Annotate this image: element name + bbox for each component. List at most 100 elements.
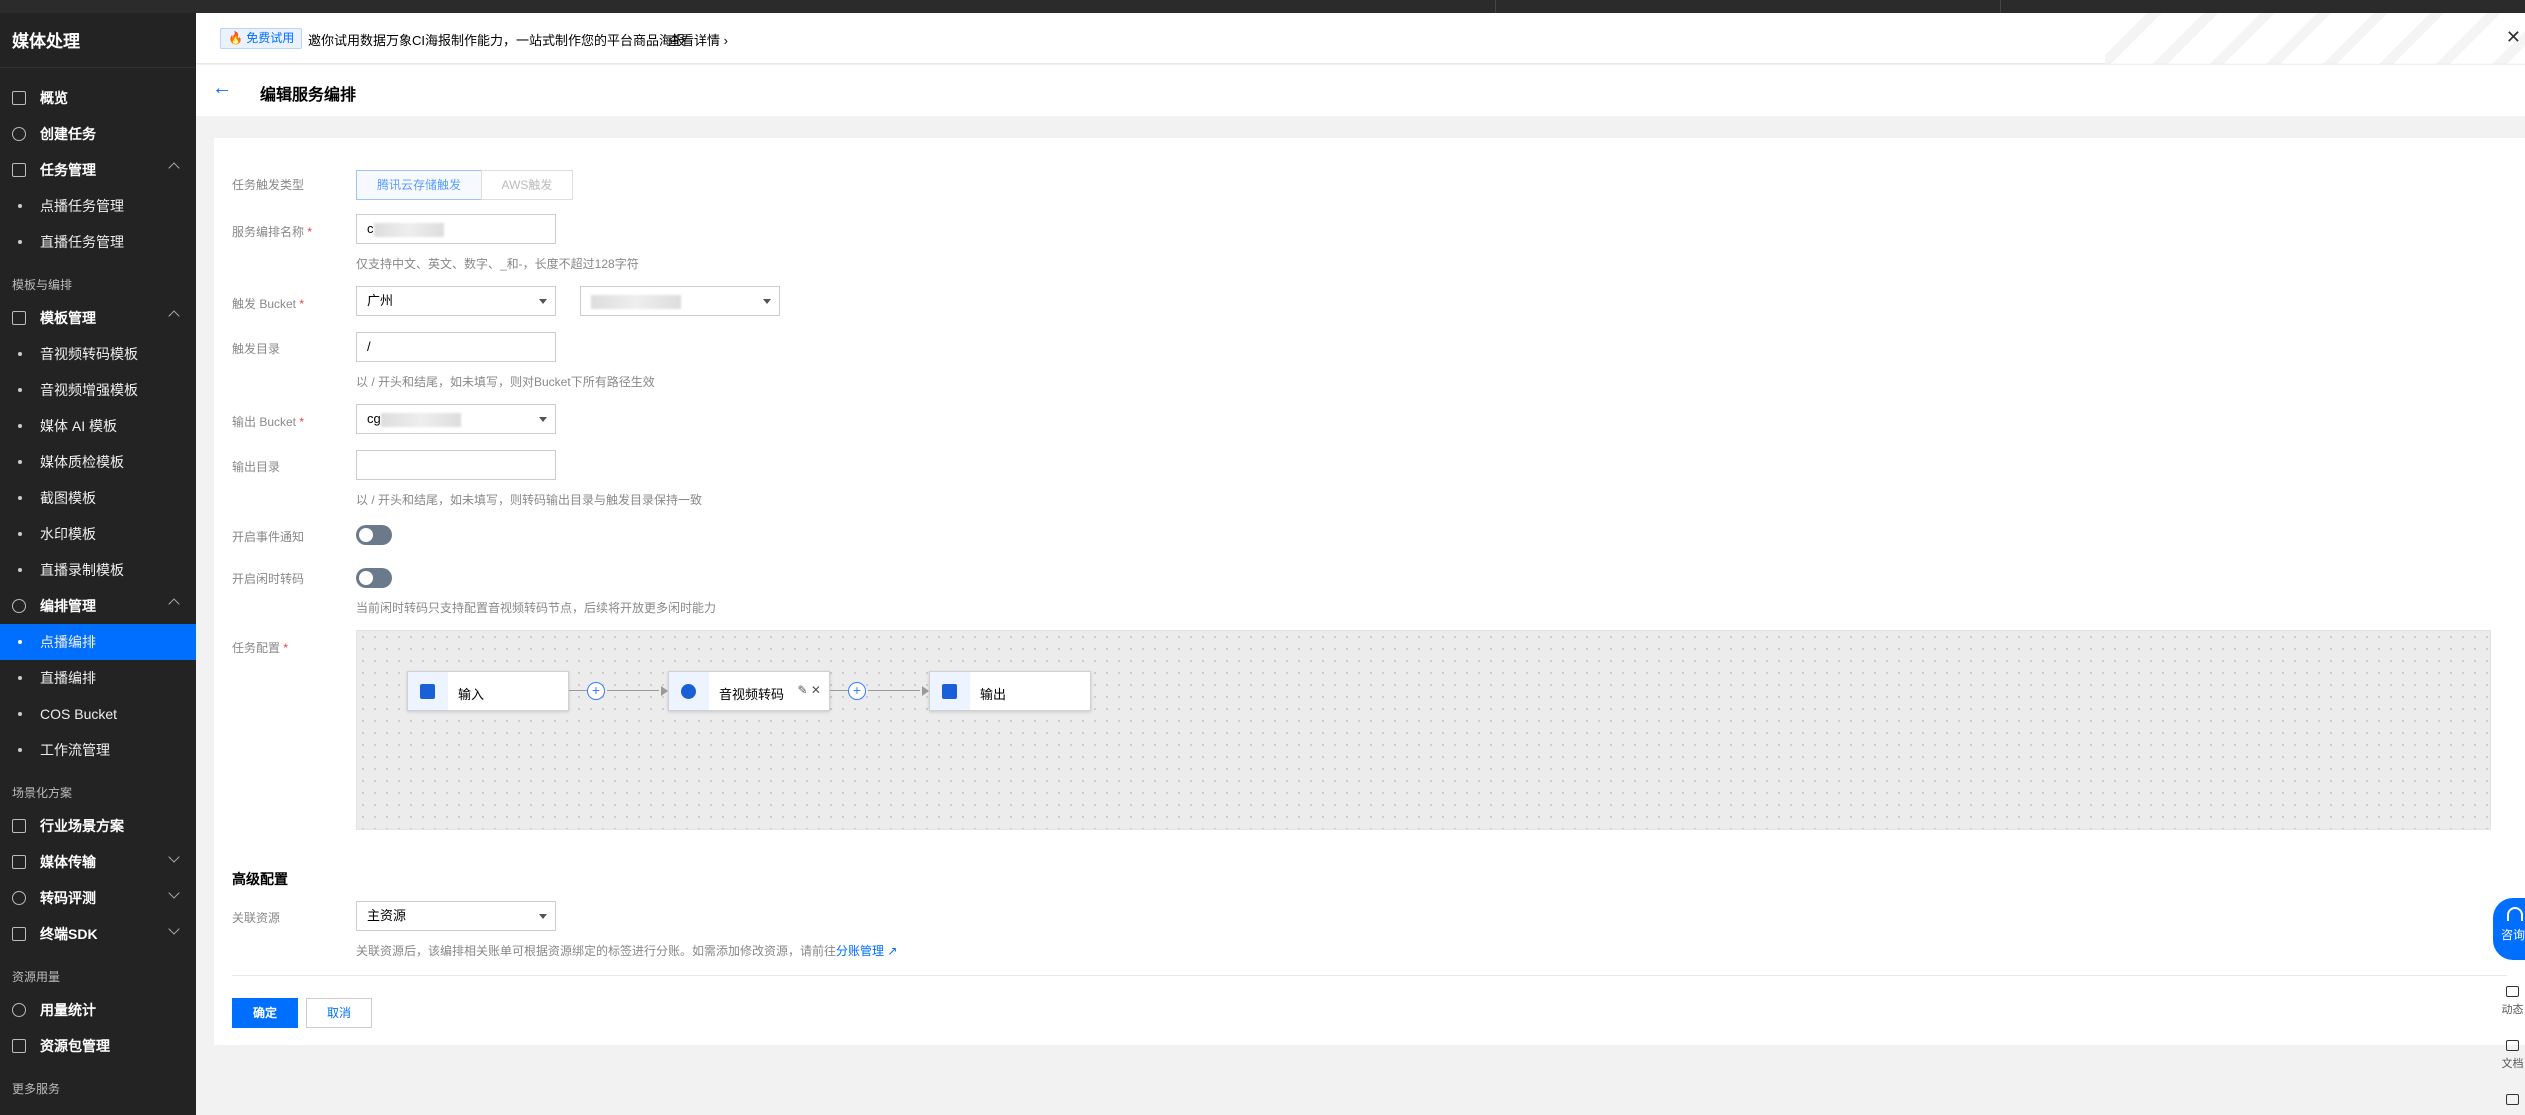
sidebar-section-label: 模板与编排 [12, 278, 73, 292]
sidebar-item-live-orchestration[interactable]: 直播编排 [0, 660, 196, 696]
notice-decoration [2105, 13, 2525, 64]
cancel-button[interactable]: 取消 [306, 998, 372, 1028]
node-edit-close-icons[interactable]: ✎ ✕ [798, 683, 821, 697]
task-config-label: 任务配置 * [232, 641, 289, 655]
sidebar-item-qc-template[interactable]: 媒体质检模板 [0, 444, 196, 480]
sidebar-item-snapshot-template[interactable]: 截图模板 [0, 480, 196, 516]
sidebar-item-vod-tasks[interactable]: 点播任务管理 [0, 188, 196, 224]
out-dir-input[interactable] [356, 450, 556, 480]
orchestration-icon [12, 599, 26, 613]
sidebar-section-label: 场景化方案 [12, 786, 73, 800]
chevron-up-icon [168, 598, 180, 610]
sidebar-title: 媒体处理 [12, 32, 80, 51]
list-icon [12, 163, 26, 177]
close-icon[interactable]: ✕ [2506, 27, 2521, 48]
notice-bar: 🔥 免费试用 邀你试用数据万象CI海报制作能力，一站式制作您的平台商品海报 查看… [196, 13, 2525, 64]
name-label: 服务编排名称 * [232, 225, 313, 239]
sidebar-item-cos-bucket[interactable]: COS Bucket [0, 696, 196, 732]
sidebar-item-terminal-sdk[interactable]: 终端SDK [0, 916, 196, 952]
redacted-value [373, 222, 444, 237]
cloud-icon [2506, 986, 2519, 997]
workflow-node-output[interactable]: 输出 [929, 671, 1091, 711]
sidebar-item-live-tasks[interactable]: 直播任务管理 [0, 224, 196, 260]
sidebar-item-enhance-template[interactable]: 音视频增强模板 [0, 372, 196, 408]
transcode-icon [669, 672, 709, 710]
chevron-down-icon [168, 923, 180, 935]
sidebar-item-ai-template[interactable]: 媒体 AI 模板 [0, 408, 196, 444]
sidebar-item-template-management[interactable]: 模板管理 [0, 300, 196, 336]
confirm-button[interactable]: 确定 [232, 998, 298, 1028]
sidebar-item-task-management[interactable]: 任务管理 [0, 152, 196, 188]
pie-chart-icon [12, 1003, 26, 1017]
page-title: 编辑服务编排 [260, 87, 357, 104]
docs-button[interactable]: 文档 [2500, 1040, 2525, 1071]
event-notify-toggle[interactable] [356, 525, 392, 545]
sidebar-item-overview[interactable]: 概览 [0, 80, 196, 116]
resource-label: 关联资源 [232, 911, 281, 925]
consult-button[interactable]: 咨询 [2493, 898, 2525, 960]
out-bucket-select[interactable]: cg [356, 404, 556, 434]
external-link-icon: ↗ [887, 944, 898, 958]
plus-circle-icon [12, 127, 26, 141]
sidebar-item-create-task[interactable]: 创建任务 [0, 116, 196, 152]
main-content: 🔥 免费试用 邀你试用数据万象CI海报制作能力，一站式制作您的平台商品海报 查看… [196, 13, 2525, 1115]
arrow-icon [922, 686, 929, 696]
workflow-canvas[interactable]: 输入 + 音视频转码 ✎ ✕ + 输出 [356, 630, 2491, 830]
sidebar-item-vod-orchestration[interactable]: 点播编排 [0, 624, 196, 660]
out-bucket-label: 输出 Bucket * [232, 415, 305, 429]
bucket-name-select[interactable] [580, 286, 780, 316]
caret-down-icon [539, 417, 547, 422]
grid-icon [12, 91, 26, 105]
sidebar-item-usage-stats[interactable]: 用量统计 [0, 992, 196, 1028]
top-bar [0, 0, 2525, 13]
transfer-icon [12, 855, 26, 869]
name-input[interactable]: c [356, 214, 556, 244]
workflow-edge [868, 690, 920, 691]
back-arrow-icon[interactable]: ← [212, 77, 232, 100]
workflow-node-input[interactable]: 输入 [407, 671, 569, 711]
sidebar-item-resource-packs[interactable]: 资源包管理 [0, 1028, 196, 1064]
eval-icon [12, 891, 26, 905]
sidebar-item-orchestration[interactable]: 编排管理 [0, 588, 196, 624]
billing-split-link[interactable]: 分账管理 [836, 944, 884, 958]
dir-input[interactable]: / [356, 332, 556, 362]
trigger-type-label: 任务触发类型 [232, 178, 305, 192]
chevron-up-icon [168, 310, 180, 322]
event-notify-label: 开启事件通知 [232, 530, 305, 544]
trigger-option-aws[interactable]: AWS触发 [481, 170, 573, 200]
sidebar-item-workflow[interactable]: 工作流管理 [0, 732, 196, 768]
chevron-up-icon [168, 162, 180, 174]
caret-down-icon [763, 299, 771, 304]
sidebar-section-label: 资源用量 [12, 970, 61, 984]
add-node-button[interactable]: + [587, 682, 605, 700]
idle-transcode-toggle[interactable] [356, 568, 392, 588]
solution-icon [12, 819, 26, 833]
workflow-node-transcode[interactable]: 音视频转码 ✎ ✕ [668, 671, 830, 711]
headset-icon [2507, 907, 2523, 921]
dynamic-button[interactable]: 动态 [2500, 986, 2525, 1017]
free-trial-badge: 🔥 免费试用 [220, 28, 303, 49]
book-icon [2506, 1040, 2519, 1051]
sidebar: 媒体处理 概览 创建任务 任务管理 点播任务管理 直播任务管理 模板与编排 模板… [0, 13, 196, 1115]
idle-transcode-hint: 当前闲时转码只支持配置音视频转码节点，后续将开放更多闲时能力 [356, 601, 717, 615]
sidebar-item-industry-solutions[interactable]: 行业场景方案 [0, 808, 196, 844]
bucket-region-select[interactable]: 广州 [356, 286, 556, 316]
sidebar-item-transcode-template[interactable]: 音视频转码模板 [0, 336, 196, 372]
add-node-button[interactable]: + [848, 682, 866, 700]
feedback-button[interactable] [2500, 1094, 2525, 1109]
resource-select[interactable]: 主资源 [356, 901, 556, 931]
sidebar-item-live-record-template[interactable]: 直播录制模板 [0, 552, 196, 588]
caret-down-icon [539, 299, 547, 304]
caret-down-icon [539, 914, 547, 919]
chevron-right-icon: › [723, 33, 728, 48]
template-icon [12, 311, 26, 325]
notice-more-link[interactable]: 查看详情 › [668, 30, 728, 49]
sidebar-item-watermark-template[interactable]: 水印模板 [0, 516, 196, 552]
sidebar-item-media-transfer[interactable]: 媒体传输 [0, 844, 196, 880]
arrow-icon [661, 686, 668, 696]
dir-hint: 以 / 开头和结尾，如未填写，则对Bucket下所有路径生效 [356, 375, 655, 389]
sidebar-item-transcode-eval[interactable]: 转码评测 [0, 880, 196, 916]
chevron-down-icon [168, 851, 180, 863]
chevron-down-icon [168, 887, 180, 899]
trigger-option-cos[interactable]: 腾讯云存储触发 [356, 170, 482, 200]
